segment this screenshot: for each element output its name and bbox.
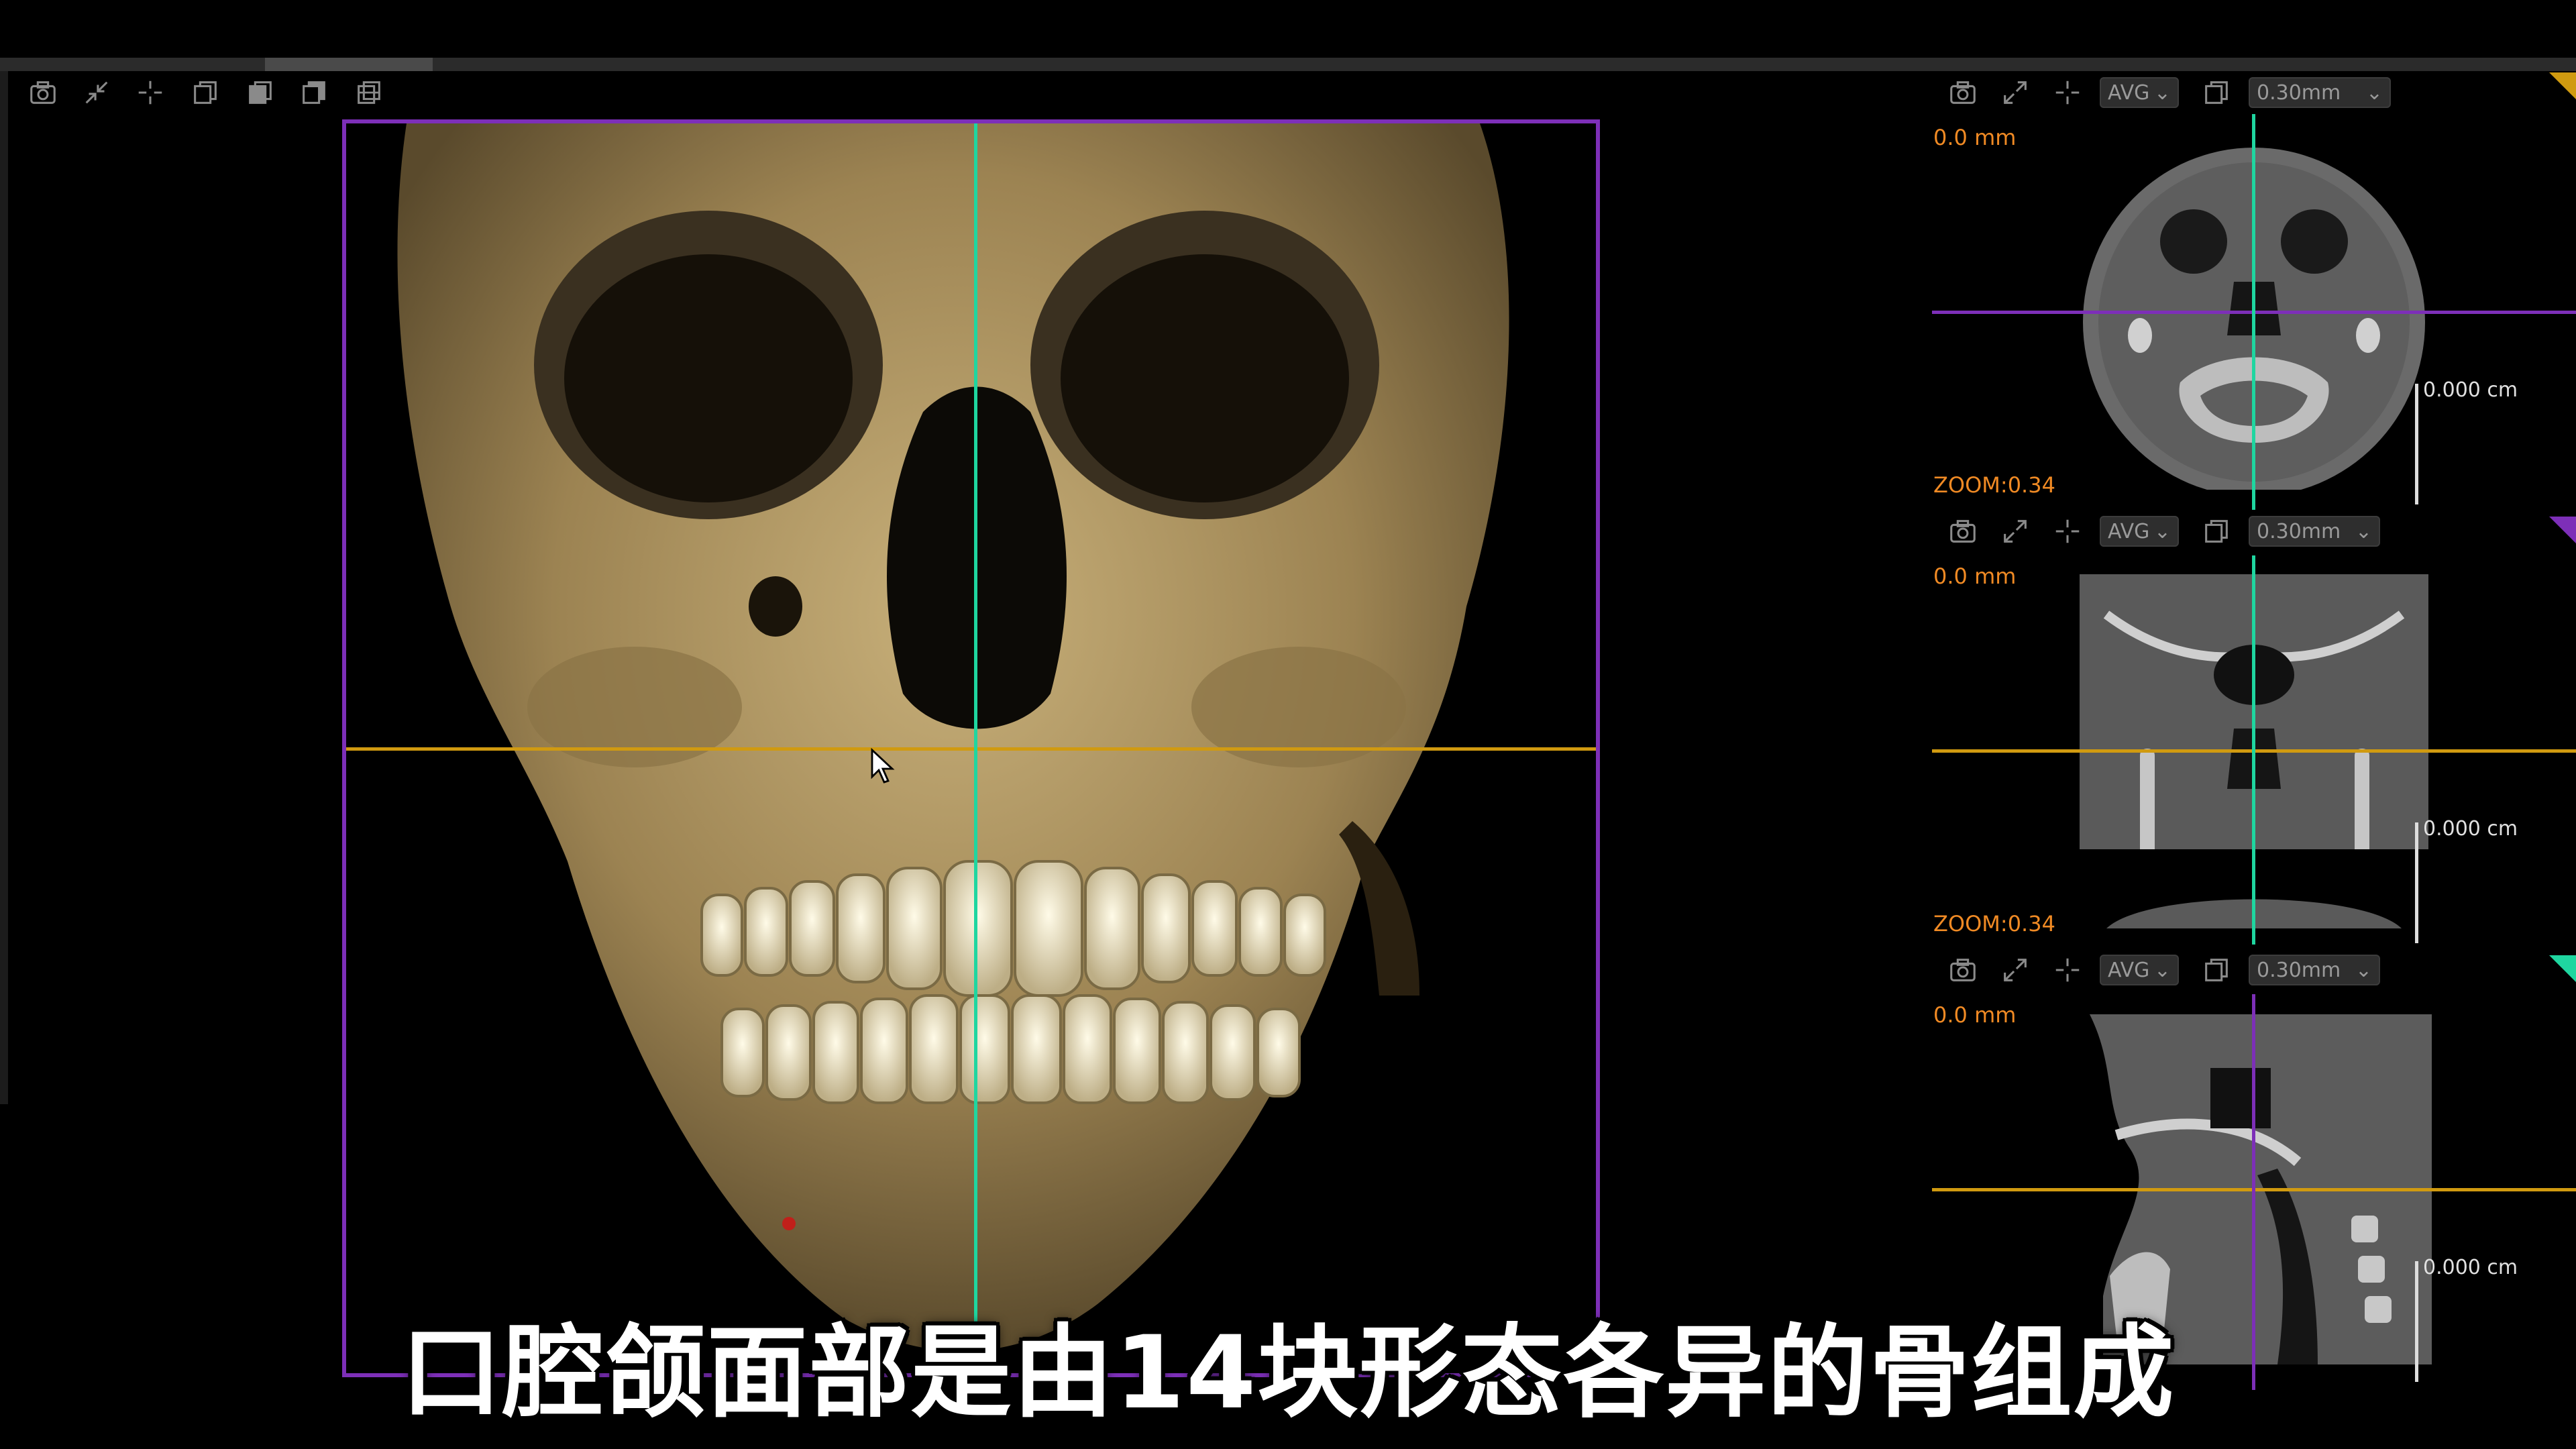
crosshair-icon[interactable] — [2050, 514, 2085, 549]
mouse-cursor-icon — [871, 747, 895, 784]
copy-icon[interactable] — [2199, 75, 2234, 110]
axial-vertical-line[interactable] — [2252, 114, 2255, 510]
expand-icon[interactable] — [1998, 514, 2033, 549]
slice-thickness-value: 0.30mm — [2257, 80, 2341, 105]
volume-render-view[interactable] — [342, 119, 1600, 1377]
axial-scale-bar — [2415, 384, 2439, 504]
chevron-down-icon: ⌄ — [2355, 519, 2372, 543]
horizontal-crosshair[interactable] — [346, 747, 1596, 751]
expand-icon[interactable] — [1998, 75, 2033, 110]
slice-thickness-value: 0.30mm — [2257, 958, 2341, 982]
layer-fill-icon[interactable] — [243, 75, 278, 110]
camera-icon[interactable] — [1945, 514, 1980, 549]
render-mode-value: AVG — [2108, 958, 2150, 982]
slice-thickness-select[interactable]: 0.30mm ⌄ — [2249, 955, 2380, 985]
video-subtitle: 口腔颌面部是由14块形态各异的骨组成 — [400, 1315, 2176, 1432]
panel-corner-marker — [2549, 72, 2576, 99]
coronal-vertical-line[interactable] — [2252, 555, 2255, 945]
chevron-down-icon: ⌄ — [2365, 80, 2383, 105]
chevron-down-icon: ⌄ — [2355, 958, 2372, 982]
panel-corner-marker — [2549, 517, 2576, 543]
collapse-icon[interactable] — [79, 75, 114, 110]
panel-coronal-toolbar: AVG ⌄ 0.30mm ⌄ — [1945, 511, 2380, 551]
panel-coronal-depth: 0.0 mm — [1933, 564, 2017, 589]
render-mode-value: AVG — [2108, 80, 2150, 105]
layer-front-icon[interactable] — [188, 75, 223, 110]
render-mode-select[interactable]: AVG ⌄ — [2100, 516, 2179, 547]
panel-corner-marker — [2549, 955, 2576, 982]
panel-coronal-scale: 0.000 cm — [2423, 817, 2518, 841]
left-scroll-edge — [0, 71, 8, 1104]
chevron-down-icon: ⌄ — [2153, 80, 2171, 105]
camera-icon[interactable] — [1945, 75, 1980, 110]
panel-sagittal-depth: 0.0 mm — [1933, 1002, 2017, 1028]
panel-sagittal-toolbar: AVG ⌄ 0.30mm ⌄ — [1945, 950, 2380, 990]
coronal-scale-bar — [2415, 822, 2439, 943]
camera-icon[interactable] — [25, 75, 60, 110]
top-bar — [0, 0, 2576, 60]
crosshair-icon[interactable] — [133, 75, 168, 110]
panel-axial-toolbar: AVG ⌄ 0.30mm ⌄ — [1945, 72, 2391, 113]
copy-icon[interactable] — [2199, 514, 2234, 549]
slice-thickness-select[interactable]: 0.30mm ⌄ — [2249, 77, 2391, 108]
vertical-crosshair[interactable] — [974, 123, 977, 1373]
panel-axial-scale: 0.000 cm — [2423, 378, 2518, 402]
panel-coronal-zoom: ZOOM:0.34 — [1933, 911, 2055, 936]
render-mode-select[interactable]: AVG ⌄ — [2100, 77, 2179, 108]
crosshair-icon[interactable] — [2050, 75, 2085, 110]
tab-strip[interactable] — [0, 58, 2576, 71]
panel-sagittal-scale: 0.000 cm — [2423, 1256, 2518, 1279]
camera-icon[interactable] — [1945, 953, 1980, 987]
layer-stack-icon[interactable] — [352, 75, 386, 110]
layer-back-icon[interactable] — [297, 75, 331, 110]
panel-axial-depth: 0.0 mm — [1933, 125, 2017, 150]
chevron-down-icon: ⌄ — [2153, 958, 2171, 982]
slice-thickness-select[interactable]: 0.30mm ⌄ — [2249, 516, 2380, 547]
active-tab[interactable] — [265, 58, 433, 71]
copy-icon[interactable] — [2199, 953, 2234, 987]
render-mode-value: AVG — [2108, 519, 2150, 543]
chevron-down-icon: ⌄ — [2153, 519, 2171, 543]
slice-thickness-value: 0.30mm — [2257, 519, 2341, 543]
expand-icon[interactable] — [1998, 953, 2033, 987]
panel-axial-zoom: ZOOM:0.34 — [1933, 472, 2055, 498]
crosshair-icon[interactable] — [2050, 953, 2085, 987]
render-mode-select[interactable]: AVG ⌄ — [2100, 955, 2179, 985]
